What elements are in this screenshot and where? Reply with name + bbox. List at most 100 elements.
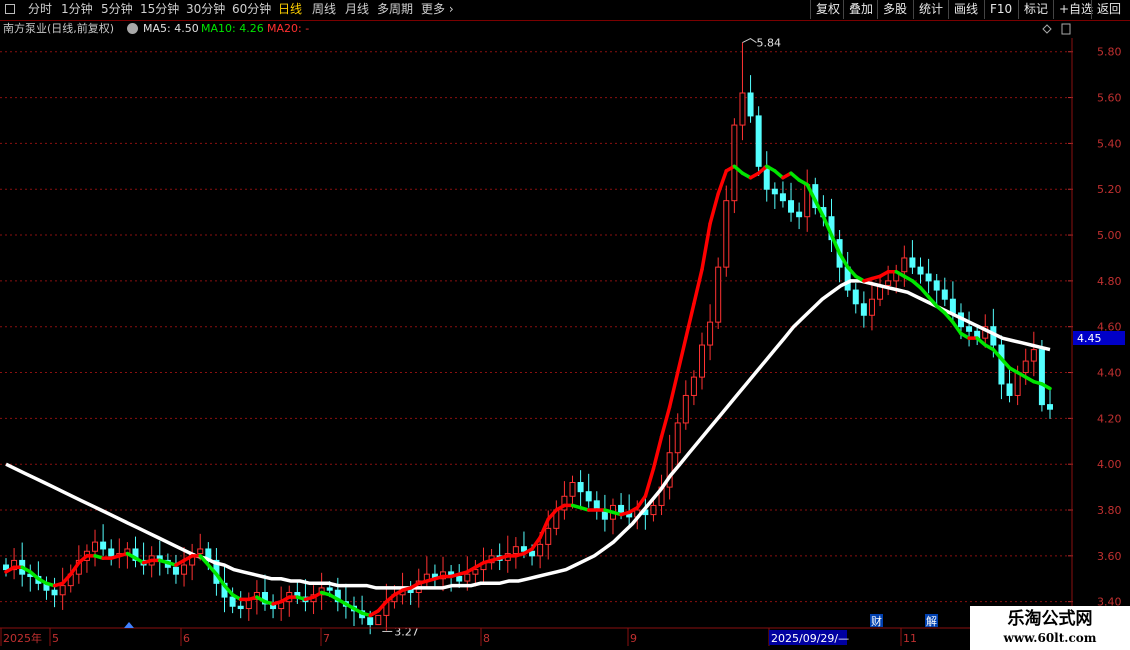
candle-body <box>788 200 795 213</box>
y-tick-label: 5.20 <box>1097 183 1122 196</box>
low-price-label: 3.27 <box>394 625 419 638</box>
x-tick-label: 9 <box>630 632 637 645</box>
y-tick-label: 3.80 <box>1097 504 1122 517</box>
candle-body <box>108 548 115 557</box>
short-ma-segment <box>684 302 696 340</box>
short-ma-segment <box>643 467 656 499</box>
candle-body <box>545 527 552 545</box>
y-tick-label: 4.20 <box>1097 412 1122 425</box>
y-tick-label: 4.40 <box>1097 367 1122 380</box>
x-tick-label: 5 <box>52 632 59 645</box>
candle-body <box>237 605 244 610</box>
candle-body <box>92 541 99 552</box>
short-ma-segment <box>708 192 720 226</box>
candle-body <box>569 482 576 497</box>
short-ma-segment <box>918 286 931 299</box>
candle-body <box>1022 360 1029 374</box>
short-ma-segment <box>667 370 680 409</box>
candle-body <box>868 298 875 316</box>
candle-body <box>941 289 948 300</box>
short-ma-segment <box>675 336 688 375</box>
short-ma-segment <box>700 221 712 272</box>
high-price-label: 5.84 <box>756 37 781 50</box>
candle-body <box>585 491 592 502</box>
candle-body <box>901 257 908 273</box>
price-tag-label: 4.45 <box>1077 332 1102 345</box>
candle-body <box>464 573 471 582</box>
y-tick-label: 3.60 <box>1097 550 1122 563</box>
watermark-title: 乐淘公式网 <box>1007 609 1093 629</box>
event-badge-label: 解 <box>926 614 937 628</box>
candle-body <box>909 257 916 268</box>
candle-body <box>933 280 940 291</box>
x-tick-label: 2025年 <box>3 631 42 645</box>
long-ma-line <box>5 279 1051 590</box>
candle-body <box>456 575 463 582</box>
y-tick-label: 5.00 <box>1097 229 1122 242</box>
event-marker-icon <box>124 622 134 628</box>
candle-body <box>197 548 204 555</box>
candle-body <box>181 564 188 575</box>
candle-body <box>1006 383 1013 396</box>
candle-body <box>860 303 867 316</box>
short-ma-segment <box>659 405 672 439</box>
short-ma-segment <box>692 267 704 306</box>
candle-body <box>966 326 973 332</box>
candle-body <box>618 504 625 513</box>
candle-body <box>779 193 786 202</box>
panel-icon <box>1061 23 1071 35</box>
candle-body <box>1047 404 1053 410</box>
candlestick-chart: 5.805.605.405.205.004.804.604.404.204.00… <box>0 23 1125 646</box>
candle-body <box>699 344 705 378</box>
x-tick-label: 6 <box>183 632 190 645</box>
candle-body <box>917 266 924 275</box>
event-badge-label: 财 <box>871 614 882 628</box>
candle-body <box>375 614 382 626</box>
candle-body <box>690 376 697 396</box>
candle-body <box>1038 349 1045 406</box>
candle-body <box>100 541 107 550</box>
candle-body <box>59 585 66 596</box>
candle-body <box>1014 372 1021 396</box>
candle-body <box>682 394 689 424</box>
candle-body <box>796 211 803 218</box>
y-tick-label: 4.00 <box>1097 458 1122 471</box>
x-tick-label: 11 <box>903 632 917 645</box>
candle-body <box>739 92 746 126</box>
candle-body <box>51 589 58 596</box>
y-tick-label: 5.40 <box>1097 137 1122 150</box>
candle-body <box>852 289 859 305</box>
x-tick-label: 7 <box>323 632 330 645</box>
candle-body <box>650 504 657 516</box>
x-tick-label: 8 <box>483 632 490 645</box>
high-label-pointer <box>742 38 757 44</box>
candle-body <box>771 188 778 195</box>
y-tick-label: 5.80 <box>1097 46 1122 59</box>
y-tick-label: 5.60 <box>1097 92 1122 105</box>
short-ma-segment <box>716 169 729 196</box>
diamond-icon <box>1042 24 1052 34</box>
candle-body <box>512 546 519 555</box>
watermark-url: www.60lt.com <box>1003 631 1097 645</box>
candle-body <box>172 566 179 575</box>
candle-body <box>747 92 754 117</box>
x-tick-label: 2025/09/29/— <box>771 632 849 645</box>
candle-body <box>755 115 762 167</box>
candle-body <box>537 543 544 557</box>
short-ma-segment <box>635 494 648 510</box>
candle-body <box>925 273 932 282</box>
candle-body <box>229 596 236 607</box>
candle-body <box>723 200 730 268</box>
candle-body <box>367 617 374 626</box>
candle-body <box>949 298 956 314</box>
candle-body <box>715 266 722 323</box>
candle-body <box>674 422 681 454</box>
candle-body <box>326 587 333 591</box>
watermark: 乐淘公式网 www.60lt.com <box>970 606 1130 650</box>
candle-body <box>998 344 1005 385</box>
candle-body <box>731 124 738 202</box>
candle-body <box>1030 349 1037 362</box>
candle-body <box>885 280 892 286</box>
candle-body <box>707 321 714 346</box>
candle-body <box>577 482 584 493</box>
